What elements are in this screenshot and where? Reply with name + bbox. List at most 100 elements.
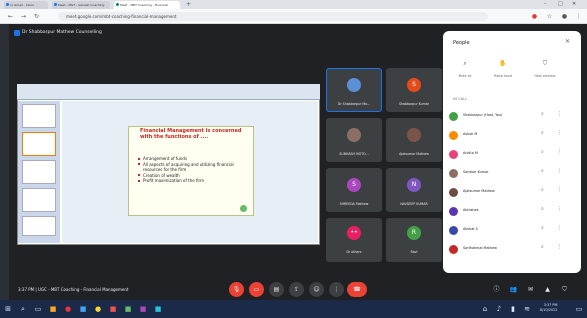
- slide-thumbnail[interactable]: [22, 160, 56, 184]
- mic-off-button[interactable]: 🎙: [229, 282, 244, 297]
- participant-row[interactable]: Shabbarpur (Host, You) ⌕ ⋮: [449, 109, 577, 124]
- left-edge: [0, 24, 9, 300]
- participant-row[interactable]: Abhishek ⌕ ⋮: [449, 204, 577, 219]
- task-view-icon[interactable]: ▭: [33, 304, 43, 314]
- hand-icon[interactable]: ✋: [495, 60, 511, 67]
- end-call-button[interactable]: ☎: [347, 282, 367, 297]
- app-icon[interactable]: ■: [153, 304, 163, 314]
- more-icon[interactable]: ⋮: [557, 111, 562, 117]
- windows-start-icon[interactable]: ⊞: [3, 304, 13, 314]
- volume-icon[interactable]: ♪: [494, 304, 504, 314]
- participant-tile[interactable]: [386, 218, 442, 262]
- more-icon[interactable]: ⋮: [557, 244, 562, 250]
- participant-row[interactable]: Ankita M ⌕ ⋮: [449, 147, 577, 162]
- new-tab-icon[interactable]: +: [186, 1, 191, 8]
- participant-tile[interactable]: [326, 218, 382, 262]
- camera-off-button[interactable]: ▭: [249, 282, 264, 297]
- app-icon[interactable]: ■: [138, 304, 148, 314]
- pin-icon[interactable]: ⌕: [541, 168, 544, 174]
- app-icon[interactable]: ■: [78, 304, 88, 314]
- menu-icon[interactable]: ⋮: [574, 12, 583, 21]
- chrome-icon[interactable]: ●: [93, 304, 103, 314]
- avatar: N: [407, 178, 421, 192]
- panel-title: People: [453, 40, 470, 46]
- participant-row[interactable]: Sarthakmal Mathew ⌕ ⋮: [449, 242, 577, 257]
- address-bar[interactable]: meet.google.com/mbt-coaching-financial-m…: [58, 12, 488, 21]
- present-button[interactable]: ⇪: [289, 282, 304, 297]
- avatar: [449, 207, 458, 216]
- file-explorer-icon[interactable]: ■: [48, 304, 58, 314]
- slide-decoration: [240, 205, 247, 212]
- slide-thumbnail[interactable]: [22, 216, 56, 236]
- close-icon[interactable]: ✕: [565, 38, 570, 45]
- pin-icon[interactable]: ⌕: [541, 111, 544, 117]
- slide-thumbnail-active[interactable]: [22, 132, 56, 156]
- minimize-icon[interactable]: –: [544, 1, 547, 7]
- forward-icon[interactable]: →: [19, 12, 28, 21]
- maximize-icon[interactable]: □: [558, 1, 563, 7]
- pin-icon[interactable]: ⌕: [541, 225, 544, 231]
- reactions-button[interactable]: ☺: [309, 282, 324, 297]
- close-window-icon[interactable]: ✕: [572, 1, 576, 7]
- participant-row[interactable]: Ajatsumar Mathew ⌕ ⋮: [449, 185, 577, 200]
- profile-icon[interactable]: ●: [560, 12, 569, 21]
- more-icon[interactable]: ⋮: [557, 225, 562, 231]
- participant-row[interactable]: Ashok M ⌕ ⋮: [449, 128, 577, 143]
- shield-icon[interactable]: ⛉: [537, 60, 553, 68]
- powerpoint-icon[interactable]: ■: [108, 304, 118, 314]
- pin-icon[interactable]: ⌕: [541, 187, 544, 193]
- pin-icon[interactable]: ⌕: [541, 244, 544, 250]
- tab-label: Meet - MGT - Ganesh Coaching: [58, 3, 105, 7]
- chat-icon[interactable]: ✉: [526, 285, 535, 294]
- participant-row[interactable]: Sanskar Kumar ⌕ ⋮: [449, 166, 577, 181]
- more-icon[interactable]: ⋮: [557, 130, 562, 136]
- people-action-label[interactable]: Host controls: [530, 74, 560, 78]
- participant-row[interactable]: Akshat S ⌕ ⋮: [449, 223, 577, 238]
- notification-icon[interactable]: ▭: [574, 304, 584, 314]
- more-icon[interactable]: ⋮: [557, 206, 562, 212]
- browser-tab[interactable]: 1) Gmail - Inbox: [4, 1, 48, 9]
- slide-thumbnail[interactable]: [22, 104, 56, 128]
- people-action-label[interactable]: Raise hand: [488, 74, 518, 78]
- more-icon[interactable]: ⋮: [557, 187, 562, 193]
- search-icon[interactable]: ⌕: [18, 304, 28, 314]
- ppt-ribbon: [17, 84, 320, 100]
- activities-icon[interactable]: ▲: [543, 285, 552, 294]
- participant-name: Shabbarpur (Host, You): [463, 113, 503, 117]
- pin-icon[interactable]: ⌕: [541, 206, 544, 212]
- browser-tab-active[interactable]: Meet - MBT Coaching - Financial: [114, 1, 180, 9]
- participant-name: NAVDEEP KUMAR: [400, 202, 428, 206]
- more-icon[interactable]: ⋮: [557, 168, 562, 174]
- star-icon[interactable]: ☆: [545, 12, 554, 21]
- meeting-time: 3:37 PM: [18, 287, 35, 292]
- host-controls-icon[interactable]: ⛉: [560, 285, 569, 294]
- app-icon[interactable]: ●: [63, 304, 73, 314]
- participant-name: Ajatsumar Mathew: [399, 152, 429, 156]
- slide-title: Financial Management is concerned with t…: [140, 128, 242, 140]
- back-icon[interactable]: ←: [6, 12, 15, 21]
- mute-icon[interactable]: ⌕: [457, 60, 473, 68]
- battery-icon[interactable]: ▮: [508, 304, 518, 314]
- reload-icon[interactable]: ↻: [32, 12, 41, 21]
- captions-button[interactable]: ▤: [269, 282, 284, 297]
- pin-icon[interactable]: ⌕: [541, 130, 544, 136]
- app-icon[interactable]: ■: [123, 304, 133, 314]
- info-icon[interactable]: ⓘ: [492, 285, 501, 294]
- pin-icon[interactable]: ⌕: [541, 149, 544, 155]
- participant-name: Shabbarpur Kumar: [399, 102, 429, 106]
- clock[interactable]: 3:37 PM 8/10/2022: [540, 303, 557, 313]
- avatar: [449, 169, 458, 178]
- browser-tab[interactable]: Meet - MGT - Ganesh Coaching: [52, 1, 110, 9]
- avatar: [347, 78, 361, 92]
- participant-name: Dr others: [346, 250, 362, 254]
- wifi-icon[interactable]: ≋: [522, 304, 532, 314]
- people-icon[interactable]: 👥: [509, 285, 518, 294]
- avatar: S: [347, 178, 361, 192]
- people-action-label[interactable]: Mute all: [450, 74, 480, 78]
- network-icon[interactable]: ⌂: [480, 304, 490, 314]
- more-options-button[interactable]: ⋮: [329, 282, 344, 297]
- more-icon[interactable]: ⋮: [557, 149, 562, 155]
- recording-icon[interactable]: ●: [530, 12, 539, 21]
- slide-thumbnail[interactable]: [22, 188, 56, 212]
- meeting-title: Dr Shabbarpur Mathew Counselling: [22, 30, 102, 35]
